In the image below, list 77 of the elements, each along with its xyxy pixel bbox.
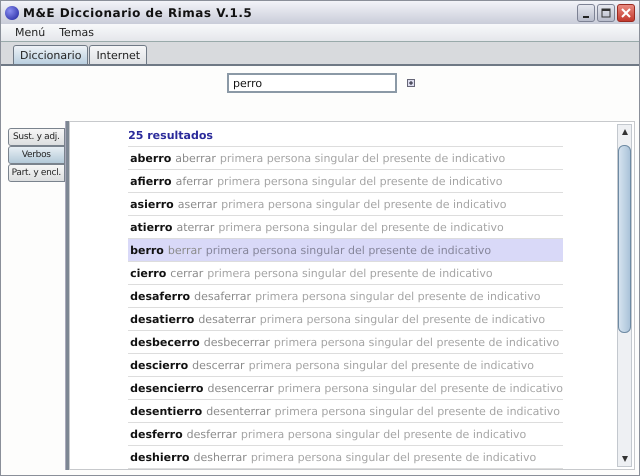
close-button[interactable] — [617, 4, 635, 22]
rhyme-word: cierro — [130, 266, 166, 280]
result-row[interactable]: deshierro desherrar primera persona singular del presente de indicativo — [128, 446, 563, 470]
word-description: primera persona singular del presente de indicativo — [250, 450, 536, 464]
verb-infinitive: cerrar — [170, 266, 204, 280]
word-description: primera persona singular del presente de indicativo — [274, 404, 560, 418]
rhyme-word: atierro — [130, 220, 172, 234]
window-title: M&E Diccionario de Rimas V.1.5 — [23, 6, 252, 20]
scroll-down-icon[interactable] — [620, 455, 628, 463]
word-description: primera persona singular del presente de indicativo — [220, 152, 506, 165]
word-description: primera persona singular del presente de indicativo — [278, 382, 563, 395]
tab[interactable]: Internet — [89, 45, 148, 64]
category-tab[interactable]: Verbos — [8, 146, 65, 164]
tab[interactable]: Diccionario — [13, 45, 88, 64]
category-tab[interactable]: Part. y encl. — [8, 164, 65, 182]
verb-infinitive: aserrar — [178, 198, 218, 211]
result-row[interactable]: asierro aserrar primera persona singular del presente de indicativo — [128, 193, 563, 216]
results-count: 25 resultados — [128, 124, 563, 148]
verb-infinitive: aferrar — [176, 174, 214, 188]
maximize-icon — [601, 8, 611, 18]
word-description: primera persona singular del presente de indicativo — [255, 290, 540, 303]
scroll-thumb[interactable] — [618, 145, 631, 333]
word-description: primera persona singular del presente de indicativo — [248, 358, 534, 372]
result-row[interactable]: cierro cerrar primera persona singular del presente de indicativo — [128, 262, 563, 286]
result-row[interactable]: afierro aferrar primera persona singular del presente de indicativo — [128, 170, 563, 194]
verb-infinitive: descerrar — [192, 358, 245, 372]
scrollbar[interactable] — [617, 124, 632, 467]
verb-infinitive: desherrar — [193, 450, 247, 464]
minimize-button[interactable] — [577, 4, 595, 22]
verb-infinitive: desferrar — [186, 428, 237, 441]
rhyme-word: asierro — [130, 198, 174, 211]
verb-infinitive: desencerrar — [207, 382, 274, 395]
word-description: primera persona singular del presente de indicativo — [240, 428, 526, 441]
menu-item[interactable]: Menú — [15, 26, 46, 39]
app-logo-icon — [5, 6, 19, 20]
result-row[interactable]: descierro descerrar primera persona singular del presente de indicativo — [128, 354, 563, 378]
rhyme-word: desbecerro — [130, 336, 200, 349]
category-tab[interactable]: Sust. y adj. — [8, 128, 65, 146]
result-row[interactable]: berro berrar primera persona singular del presente de indicativo — [128, 239, 563, 262]
rhyme-word: aberro — [130, 152, 172, 165]
result-row[interactable]: desaferro desaferrar primera persona singular del presente de indicativo — [128, 285, 563, 308]
result-row[interactable]: aberro aberrar primera persona singular del presente de indicativo — [128, 147, 563, 170]
word-description: primera persona singular del presente de indicativo — [221, 198, 506, 211]
word-description: primera persona singular del presente de indicativo — [217, 174, 502, 188]
verb-infinitive: berrar — [168, 244, 202, 257]
scroll-up-icon[interactable] — [620, 128, 628, 136]
word-description: primera persona singular del presente de indicativo — [260, 312, 546, 326]
word-description: primera persona singular del presente de indicativo — [218, 220, 504, 234]
result-row[interactable]: desferro desferrar primera persona singular del presente de indicativo — [128, 423, 563, 446]
menu-item[interactable]: Temas — [59, 26, 94, 39]
rhyme-word: desatierro — [130, 312, 194, 326]
result-row[interactable]: desencierro desencerrar primera persona singular del presente de indicativo — [128, 377, 563, 400]
result-row[interactable]: desbecerro desbecerrar primera persona singular del presente de indicativo — [128, 331, 563, 354]
result-row[interactable]: desentierro desenterrar primera persona singular del presente de indicativo — [128, 400, 563, 424]
rhyme-word: descierro — [130, 358, 188, 372]
minimize-icon — [583, 16, 589, 18]
rhyme-word: deshierro — [130, 450, 190, 464]
verb-infinitive: desaferrar — [194, 290, 252, 303]
rhyme-word: desaferro — [130, 290, 190, 303]
expand-icon[interactable] — [407, 79, 415, 87]
verb-infinitive: aterrar — [176, 220, 214, 234]
verb-infinitive: desaterrar — [198, 312, 256, 326]
maximize-button[interactable] — [597, 4, 615, 22]
rhyme-word: desencierro — [130, 382, 204, 395]
word-description: primera persona singular del presente de indicativo — [206, 244, 492, 257]
verb-infinitive: aberrar — [175, 152, 216, 165]
search-field[interactable]: perro — [227, 73, 397, 93]
rhyme-word: desentierro — [130, 404, 202, 418]
word-description: primera persona singular del presente de indicativo — [274, 336, 560, 349]
rhyme-word: berro — [130, 244, 164, 257]
close-icon — [621, 8, 631, 18]
verb-infinitive: desenterrar — [206, 404, 271, 418]
result-row[interactable]: desatierro desaterrar primera persona singular del presente de indicativo — [128, 308, 563, 332]
rhyme-word: desferro — [130, 428, 183, 441]
verb-infinitive: desbecerrar — [204, 336, 270, 349]
word-description: primera persona singular del presente de indicativo — [207, 266, 493, 280]
rhyme-word: afierro — [130, 174, 172, 188]
